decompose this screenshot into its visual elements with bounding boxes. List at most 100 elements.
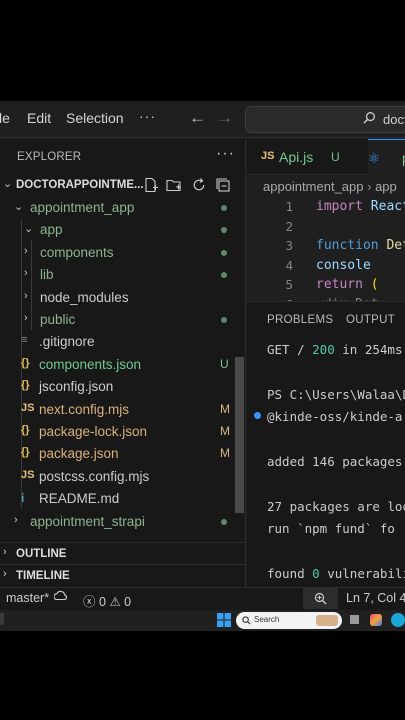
explorer-more-icon[interactable]: ··· <box>216 145 235 163</box>
code-text: import React <box>316 199 405 214</box>
js-file-icon: JS <box>21 468 35 481</box>
explorer-sidebar: EXPLORER ··· ⌄ DOCTORAPPOINTME... ⌄ appo… <box>0 139 246 587</box>
chevron-down-icon: ⌄ <box>3 178 13 190</box>
code-line: 4 console <box>247 258 405 277</box>
terminal-token: 0 <box>312 566 320 581</box>
chevron-down-icon: ⌄ <box>14 201 24 213</box>
edge-browser-icon[interactable] <box>391 613 405 627</box>
terminal-token: @kinde-oss/kinde-a <box>267 409 403 425</box>
tree-folder[interactable]: › components <box>0 242 245 264</box>
task-view-icon[interactable] <box>350 615 359 624</box>
tree-file[interactable]: {} package-lock.json M <box>0 421 245 443</box>
outline-section[interactable]: › OUTLINE <box>0 542 245 564</box>
refresh-icon[interactable] <box>191 177 207 193</box>
tab-active[interactable]: ⚛ p <box>368 139 405 175</box>
copilot-icon[interactable] <box>370 614 382 626</box>
zoom-icon[interactable] <box>303 588 338 609</box>
command-decoration-icon[interactable] <box>254 412 261 420</box>
tree-item-label: appointment_app <box>30 200 135 215</box>
tree-folder[interactable]: › appointment_strapi <box>0 511 245 533</box>
tree-item-label: components.json <box>39 356 142 372</box>
js-file-icon: JS <box>261 150 275 162</box>
json-file-icon: {} <box>21 356 30 369</box>
warning-count: 0 <box>124 595 132 609</box>
breadcrumb-separator-icon: › <box>367 179 376 194</box>
problems-status[interactable]: ⓧ 0 ⚠ 0 <box>83 591 131 610</box>
menu-selection[interactable]: Selection <box>66 110 124 126</box>
terminal-token: found <box>267 566 313 581</box>
code-token: ( <box>370 277 379 292</box>
change-dot-icon <box>221 518 227 525</box>
code-line: 2 <box>247 219 405 238</box>
git-status-badge: M <box>220 446 230 461</box>
project-root[interactable]: ⌄ DOCTORAPPOINTME... <box>0 175 245 197</box>
info-file-icon: i <box>21 491 25 506</box>
terminal-text: run `npm fund` fo <box>267 521 395 536</box>
breadcrumb-item[interactable]: app <box>375 179 397 194</box>
tree-file[interactable]: {} jsconfig.json <box>0 376 245 398</box>
tree-item-label: components <box>40 244 114 260</box>
menu-edit[interactable]: Edit <box>27 110 51 126</box>
terminal-line: run `npm fund` fo <box>247 519 405 539</box>
new-file-icon[interactable] <box>143 177 159 193</box>
terminal-text: found 0 vulnerabili <box>267 566 405 581</box>
tree-file[interactable]: JS postcss.config.mjs <box>0 466 245 488</box>
chevron-right-icon: › <box>24 289 28 302</box>
change-dot-icon <box>221 317 227 323</box>
tree-file[interactable]: {} package.json M <box>0 443 245 465</box>
tree-folder[interactable]: ⌄ appointment_app <box>0 197 245 219</box>
sidebar-scrollbar[interactable] <box>235 357 244 513</box>
code-token: React <box>370 199 405 214</box>
sync-icon[interactable] <box>53 590 68 607</box>
code-line: 3 function Det <box>247 238 405 257</box>
taskbar-edge <box>0 613 4 625</box>
project-name: DOCTORAPPOINTME... <box>16 179 144 191</box>
chevron-right-icon: › <box>3 546 7 558</box>
search-icon <box>363 112 375 124</box>
tree-item-label: postcss.config.mjs <box>39 468 150 484</box>
tree-file[interactable]: JS next.config.mjs M <box>0 399 245 421</box>
tree-item-label: next.config.mjs <box>39 401 130 417</box>
tree-folder[interactable]: › public <box>0 309 245 331</box>
line-number: 3 <box>285 238 293 253</box>
taskbar-search[interactable]: Search <box>236 612 342 629</box>
warning-icon: ⚠ <box>109 595 121 609</box>
forward-arrow-icon[interactable]: → <box>216 108 233 128</box>
json-file-icon: {} <box>21 379 30 392</box>
timeline-section[interactable]: › TIMELINE <box>0 564 245 586</box>
tree-folder[interactable]: ⌄ app <box>0 219 245 241</box>
menu-file[interactable]: le <box>0 110 10 126</box>
cursor-position[interactable]: Ln 7, Col 4 <box>346 591 405 605</box>
chevron-right-icon: › <box>24 244 28 257</box>
tab-api-js[interactable]: JS Api.js U <box>247 139 367 175</box>
terminal-text: added 146 packages, <box>267 454 405 469</box>
tree-folder[interactable]: › lib <box>0 264 245 286</box>
terminal-text: PS C:\Users\Walaa\D <box>267 387 405 402</box>
line-number: 4 <box>285 257 293 273</box>
tab-output[interactable]: OUTPUT <box>346 314 395 326</box>
branch-status[interactable]: master* <box>6 591 49 605</box>
tab-problems[interactable]: PROBLEMS <box>267 314 333 326</box>
breadcrumb-item[interactable]: appointment_app <box>263 179 363 194</box>
json-file-icon: {} <box>21 424 30 436</box>
tree-item-label: app <box>40 222 63 238</box>
code-line: 1 import React <box>247 199 405 218</box>
tree-file[interactable]: ≡ .gitignore <box>0 331 245 353</box>
collapse-all-icon[interactable] <box>215 177 231 193</box>
tree-folder[interactable]: › node_modules <box>0 287 245 309</box>
tree-file[interactable]: i README.md <box>0 488 245 510</box>
code-token: return <box>316 277 371 292</box>
tree-item-label: public <box>40 312 76 327</box>
back-arrow-icon[interactable]: ← <box>189 108 206 128</box>
terminal-text: 27 packages are loo <box>267 499 405 514</box>
windows-start-icon[interactable] <box>217 613 231 627</box>
terminal-token: PS C:\Users\Walaa\D <box>267 386 405 402</box>
menu-more-icon[interactable]: ··· <box>139 108 156 124</box>
error-icon: ⓧ <box>83 595 96 609</box>
taskbar-search-placeholder: Search <box>254 615 280 624</box>
windows-taskbar: Search <box>0 610 405 631</box>
new-folder-icon[interactable] <box>166 177 182 193</box>
tree-file[interactable]: {} components.json U <box>0 354 245 376</box>
tree-item-label: package.json <box>39 446 119 462</box>
command-center-search[interactable]: doct <box>245 106 405 133</box>
